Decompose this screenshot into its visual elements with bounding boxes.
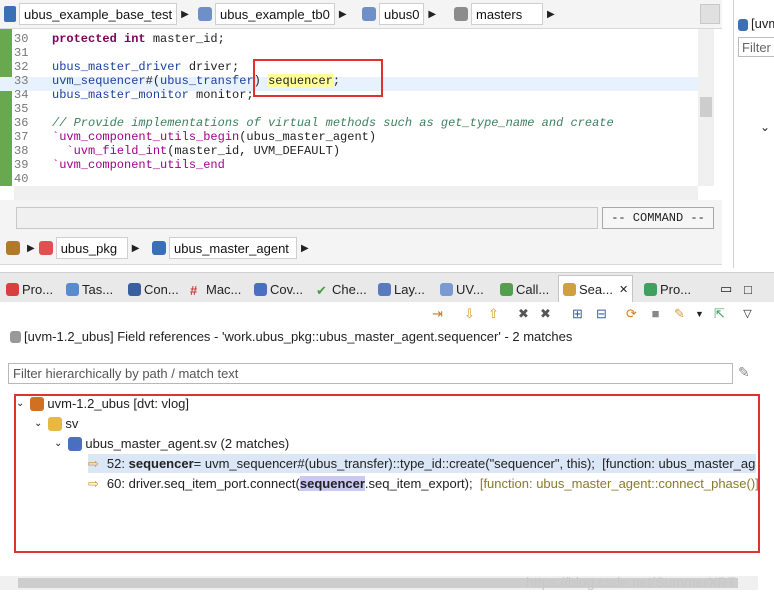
code-line: 32 ubus_master_driver driver; [14, 60, 240, 74]
tab-call-hierarchy[interactable]: Call... [500, 279, 549, 299]
expand-all-icon[interactable]: ⊞ [570, 306, 585, 321]
breadcrumb-item-pkg[interactable]: ▶ ubus_pkg ▶ [6, 237, 143, 259]
watermark: https://blog.csdn.net/SummerXRT [526, 574, 736, 590]
tab-macros[interactable]: # Mac... [190, 279, 241, 299]
code-line: 37 `uvm_component_utils_begin(ubus_master… [14, 130, 377, 144]
outline-breadcrumb-bar: ▶ ubus_pkg ▶ ubus_master_agent ▶ [0, 234, 722, 265]
problems-icon [6, 282, 19, 296]
chevron-right-icon: ▶ [428, 8, 437, 20]
document-icon [10, 330, 21, 343]
chevron-right-icon: ▶ [301, 242, 309, 254]
breadcrumb-item-masters[interactable]: masters ▶ [454, 3, 559, 25]
search-icon [563, 283, 576, 296]
outline-filter-input[interactable]: Filter [738, 37, 774, 57]
progress-icon [644, 282, 657, 296]
package-icon [6, 241, 20, 255]
tab-coverage[interactable]: Cov... [254, 279, 303, 299]
refresh-icon[interactable]: ⟳ [624, 306, 639, 321]
close-icon[interactable]: ✕ [619, 283, 628, 296]
code-line: 31 [14, 46, 29, 60]
maximize-icon[interactable]: □ [744, 279, 752, 299]
remove-all-icon[interactable]: ✖ [538, 306, 553, 321]
check-icon: ✔ [316, 282, 327, 298]
code-line: 40 [14, 172, 29, 186]
show-next-icon[interactable]: ⇥ [430, 306, 445, 321]
search-filter-input[interactable]: Filter hierarchically by path / match te… [8, 363, 733, 384]
pin-icon[interactable]: ⇱ [712, 306, 727, 321]
outline-panel: [uvm Filter ⌄ [733, 0, 774, 268]
highlight-box-editor [253, 59, 383, 97]
chevron-down-icon[interactable]: ▼ [692, 306, 707, 321]
chevron-down-icon[interactable]: ⌄ [760, 120, 770, 134]
command-button[interactable]: -- COMMAND -- [602, 207, 714, 229]
array-icon [454, 7, 468, 21]
tab-search[interactable]: Sea... ✕ [558, 275, 634, 303]
scrollbar-thumb[interactable] [700, 97, 712, 117]
search-summary: [uvm-1.2_ubus] Field references - 'work.… [10, 329, 572, 344]
class-icon [152, 241, 166, 255]
uvm-icon [440, 282, 453, 296]
remove-match-icon[interactable]: ✖ [516, 306, 531, 321]
chevron-right-icon: ▶ [338, 8, 347, 20]
minimize-icon[interactable]: ▭ [720, 279, 732, 299]
arrow-up-icon[interactable]: ⇧ [486, 306, 501, 321]
code-line: 34 ubus_master_monitor monitor; [14, 88, 254, 102]
outline-toggle-icon[interactable] [700, 4, 720, 24]
collapse-all-icon[interactable]: ⊟ [594, 306, 609, 321]
command-input[interactable] [16, 207, 598, 229]
breadcrumb-item-base-test[interactable]: ubus_example_base_test ▶ [4, 3, 193, 25]
highlight-box-results [14, 394, 760, 553]
tab-checks[interactable]: ✔ Che... [316, 279, 367, 299]
code-line: 38 `uvm_field_int(master_id, UVM_DEFAULT… [14, 144, 341, 158]
view-menu-icon[interactable]: ▽ [740, 306, 755, 321]
view-tab-bar: Pro... Tas... Con... # Mac... Cov... ✔ Che… [0, 272, 774, 304]
tab-progress[interactable]: Pro... [644, 279, 691, 299]
call-hierarchy-icon [500, 282, 513, 296]
tab-console[interactable]: Con... [128, 279, 179, 299]
tab-problems[interactable]: Pro... [6, 279, 53, 299]
breadcrumb-item-agent[interactable]: ubus_master_agent ▶ [152, 237, 313, 259]
component-icon [362, 7, 376, 21]
component-icon [198, 7, 212, 21]
hash-icon: # [190, 282, 198, 298]
module-icon [38, 241, 53, 255]
layers-icon [378, 282, 391, 296]
code-line: 30 protected int master_id; [14, 32, 225, 46]
editor-horizontal-scrollbar[interactable] [14, 186, 698, 200]
file-icon [738, 18, 748, 31]
clear-filter-icon[interactable]: ✎ [738, 364, 750, 381]
chevron-right-icon: ▶ [547, 8, 555, 20]
tasks-icon [66, 282, 79, 296]
breadcrumb-item-tb0[interactable]: ubus_example_tb0 ▶ [198, 3, 351, 25]
editor-gutter [0, 29, 12, 186]
tab-uvm[interactable]: UV... [440, 279, 484, 299]
file-icon [4, 6, 16, 22]
search-toolbar: ⇥ ⇩ ⇧ ✖ ✖ ⊞ ⊟ ⟳ ■ ✎ ▼ ⇱ ▽ [0, 302, 774, 326]
cancel-search-icon[interactable]: ■ [648, 306, 663, 321]
outline-title: [uvm [738, 16, 774, 31]
code-line: 39 `uvm_component_utils_end [14, 158, 225, 172]
code-line: 35 [14, 102, 29, 116]
chevron-right-icon: ▶ [181, 8, 189, 20]
search-history-icon[interactable]: ✎ [672, 306, 687, 321]
console-icon [128, 282, 141, 296]
tab-layers[interactable]: Lay... [378, 279, 425, 299]
arrow-down-icon[interactable]: ⇩ [462, 306, 477, 321]
editor-vertical-scrollbar[interactable] [698, 29, 714, 186]
breadcrumb-item-ubus0[interactable]: ubus0 ▶ [362, 3, 440, 25]
tab-tasks[interactable]: Tas... [66, 279, 113, 299]
chevron-right-icon: ▶ [27, 242, 35, 254]
code-line: 36// Provide implementations of virtual … [14, 116, 614, 130]
coverage-icon [254, 282, 267, 296]
chevron-right-icon: ▶ [131, 242, 140, 254]
editor-breadcrumb-bar: ubus_example_base_test ▶ ubus_example_tb… [0, 0, 722, 29]
code-editor[interactable]: 30 protected int master_id; 31 32 ubus_mas… [0, 29, 714, 200]
